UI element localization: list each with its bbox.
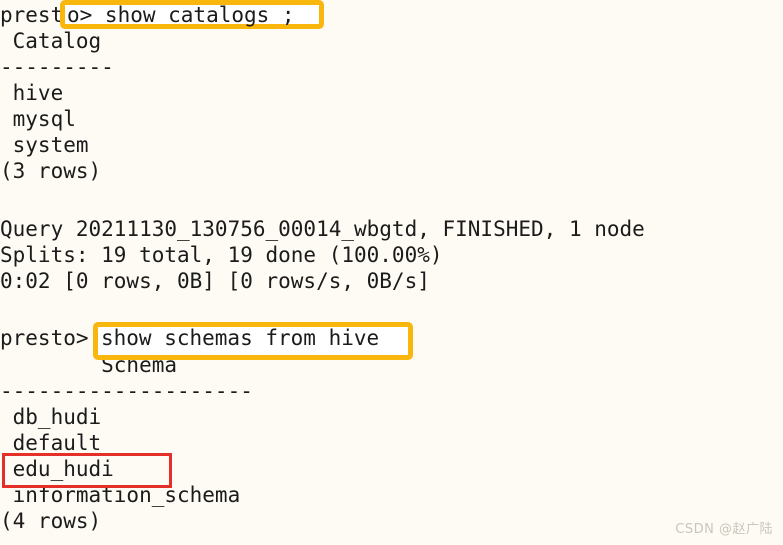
redbox-highlight-edu-hudi bbox=[2, 453, 172, 488]
terminal-window: presto> show catalogs ; o> show catalogs… bbox=[0, 0, 783, 545]
terminal-line-splits-status: Splits: 19 total, 19 done (100.00%) bbox=[0, 243, 443, 267]
terminal-line-query-status: Query 20211130_130756_00014_wbgtd, FINIS… bbox=[0, 217, 645, 241]
terminal-line-catalog-rule: --------- bbox=[0, 55, 114, 79]
terminal-line-schema-db-hudi: db_hudi bbox=[0, 405, 102, 429]
terminal-line-catalog-mysql: mysql bbox=[0, 107, 76, 131]
terminal-line-timing-status: 0:02 [0 rows, 0B] [0 rows/s, 0B/s] bbox=[0, 269, 430, 293]
highlight-text-show-catalogs: o> show catalogs ; bbox=[67, 3, 295, 27]
terminal-line-catalog-row-count: (3 rows) bbox=[0, 159, 102, 183]
terminal-line-catalog-header: Catalog bbox=[0, 29, 102, 53]
terminal-line-catalog-system: system bbox=[0, 133, 89, 157]
highlight-text-show-schemas: show schemas from hive bbox=[101, 326, 392, 350]
terminal-line-schema-row-count: (4 rows) bbox=[0, 509, 102, 533]
terminal-line-schema-rule: -------------------- bbox=[0, 379, 253, 403]
watermark-label: CSDN @赵广陆 bbox=[675, 522, 773, 537]
terminal-line-catalog-hive: hive bbox=[0, 81, 64, 105]
